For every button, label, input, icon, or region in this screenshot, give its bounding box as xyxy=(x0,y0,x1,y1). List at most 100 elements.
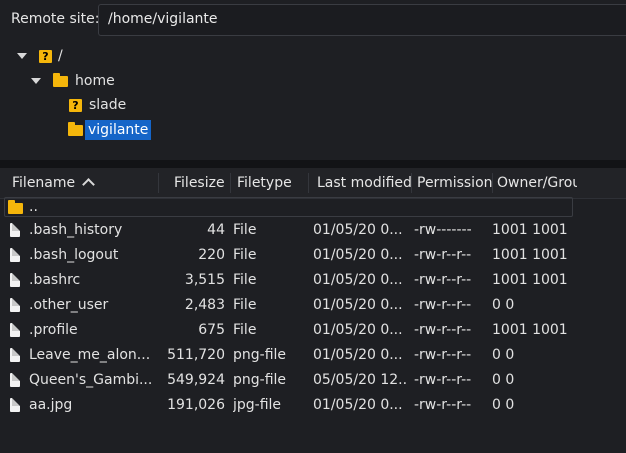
file-permission: -rw------- xyxy=(414,222,472,238)
file-modified: 01/05/20 0... xyxy=(313,397,403,413)
file-owner-group: 0 0 xyxy=(492,397,515,413)
remote-site-bar: Remote site: /home/vigilante xyxy=(0,0,626,43)
file-size: 549,924 xyxy=(167,372,225,388)
tree-node-home[interactable]: home xyxy=(31,70,115,92)
file-row[interactable]: .other_user 2,483 File 01/05/20 0... -rw-r--… xyxy=(0,294,626,319)
unknown-folder-icon: ? xyxy=(39,49,52,63)
file-icon xyxy=(10,248,20,262)
tree-node-root[interactable]: ? / xyxy=(17,45,63,67)
file-modified: 05/05/20 12... xyxy=(313,372,408,388)
file-owner-group: 0 0 xyxy=(492,347,515,363)
folder-icon xyxy=(53,72,68,87)
file-size: 3,515 xyxy=(184,272,225,288)
column-header-permission[interactable]: Permission xyxy=(417,175,493,191)
file-row[interactable]: .bash_history 44 File 01/05/20 0... -rw-----… xyxy=(0,219,626,244)
file-name: Leave_me_alon... xyxy=(29,347,151,363)
row-focus-outline xyxy=(4,197,573,217)
column-divider[interactable] xyxy=(492,173,493,193)
file-permission: -rw-r--r-- xyxy=(414,247,472,263)
file-permission: -rw-r--r-- xyxy=(414,372,472,388)
file-modified: 01/05/20 0... xyxy=(313,347,403,363)
file-modified: 01/05/20 0... xyxy=(313,222,403,238)
file-permission: -rw-r--r-- xyxy=(414,397,472,413)
file-icon xyxy=(10,373,20,387)
file-type: File xyxy=(233,272,257,288)
column-header-last-modified[interactable]: Last modified xyxy=(317,175,412,191)
file-size: 44 xyxy=(207,222,225,238)
remote-site-label: Remote site: xyxy=(11,11,100,27)
file-row[interactable]: .bash_logout 220 File 01/05/20 0... -rw-r--r… xyxy=(0,244,626,269)
file-row[interactable]: .bashrc 3,515 File 01/05/20 0... -rw-r--r-- 1… xyxy=(0,269,626,294)
remote-path-input[interactable]: /home/vigilante xyxy=(98,4,626,36)
file-type: File xyxy=(233,322,257,338)
tree-node-vigilante[interactable]: vigilante xyxy=(68,119,152,141)
file-name: Queen's_Gambi... xyxy=(29,372,153,388)
file-icon xyxy=(10,273,20,287)
file-permission: -rw-r--r-- xyxy=(414,347,472,363)
column-header-filetype[interactable]: Filetype xyxy=(237,175,292,191)
parent-directory-row[interactable]: .. xyxy=(0,196,626,221)
expand-arrow-icon[interactable] xyxy=(31,78,41,84)
file-icon xyxy=(10,223,20,237)
column-divider[interactable] xyxy=(230,173,231,193)
file-owner-group: 0 0 xyxy=(492,297,515,313)
file-owner-group: 1001 1001 xyxy=(492,222,568,238)
file-list-header: Filename Filesize Filetype Last modified… xyxy=(0,168,626,199)
file-owner-group: 1001 1001 xyxy=(492,272,568,288)
unknown-folder-icon: ? xyxy=(69,98,82,112)
file-permission: -rw-r--r-- xyxy=(414,272,472,288)
file-modified: 01/05/20 0... xyxy=(313,272,403,288)
tree-node-label: / xyxy=(58,48,63,64)
file-owner-group: 1001 1001 xyxy=(492,247,568,263)
file-icon xyxy=(10,323,20,337)
file-icon xyxy=(10,398,20,412)
tree-node-slade[interactable]: ? slade xyxy=(69,94,126,116)
tree-node-label: slade xyxy=(89,97,127,113)
column-header-filesize[interactable]: Filesize xyxy=(174,175,225,191)
parent-directory-label: .. xyxy=(29,199,38,215)
file-owner-group: 0 0 xyxy=(492,372,515,388)
file-type: png-file xyxy=(233,372,287,388)
file-row[interactable]: .profile 675 File 01/05/20 0... -rw-r--r-- 10… xyxy=(0,319,626,344)
column-header-filename[interactable]: Filename xyxy=(12,175,96,191)
file-row[interactable]: Queen's_Gambi... 549,924 png-file 05/05/20 … xyxy=(0,369,626,394)
folder-icon xyxy=(8,200,23,214)
file-size: 220 xyxy=(198,247,225,263)
file-type: File xyxy=(233,297,257,313)
tree-node-label-selected: vigilante xyxy=(85,120,152,140)
file-type: File xyxy=(233,247,257,263)
column-divider[interactable] xyxy=(158,173,159,193)
file-permission: -rw-r--r-- xyxy=(414,322,472,338)
file-modified: 01/05/20 0... xyxy=(313,297,403,313)
file-icon xyxy=(10,348,20,362)
pane-splitter[interactable] xyxy=(0,160,626,168)
remote-file-list: Filename Filesize Filetype Last modified… xyxy=(0,168,626,453)
file-type: File xyxy=(233,222,257,238)
file-type: jpg-file xyxy=(233,397,282,413)
file-modified: 01/05/20 0... xyxy=(313,247,403,263)
column-header-owner-group[interactable]: Owner/Grou xyxy=(497,175,577,191)
file-name: .profile xyxy=(29,322,78,338)
file-type: png-file xyxy=(233,347,287,363)
file-row[interactable]: Leave_me_alon... 511,720 png-file 01/05/20 … xyxy=(0,344,626,369)
tree-node-label: home xyxy=(75,73,115,89)
file-icon xyxy=(10,298,20,312)
directory-tree: ? / home ? slade vigilante xyxy=(0,42,626,161)
column-divider[interactable] xyxy=(308,173,309,193)
file-modified: 01/05/20 0... xyxy=(313,322,403,338)
file-name: aa.jpg xyxy=(29,397,73,413)
folder-icon xyxy=(68,121,83,136)
sort-ascending-icon xyxy=(82,178,96,191)
file-name: .other_user xyxy=(29,297,109,313)
file-size: 511,720 xyxy=(167,347,225,363)
file-size: 675 xyxy=(198,322,225,338)
column-divider[interactable] xyxy=(411,173,412,193)
file-name: .bash_logout xyxy=(29,247,119,263)
file-row[interactable]: aa.jpg 191,026 jpg-file 01/05/20 0... -rw-r-… xyxy=(0,394,626,419)
file-size: 191,026 xyxy=(167,397,225,413)
file-permission: -rw-r--r-- xyxy=(414,297,472,313)
file-name: .bashrc xyxy=(29,272,81,288)
file-size: 2,483 xyxy=(184,297,225,313)
expand-arrow-icon[interactable] xyxy=(17,53,27,59)
file-owner-group: 1001 1001 xyxy=(492,322,568,338)
